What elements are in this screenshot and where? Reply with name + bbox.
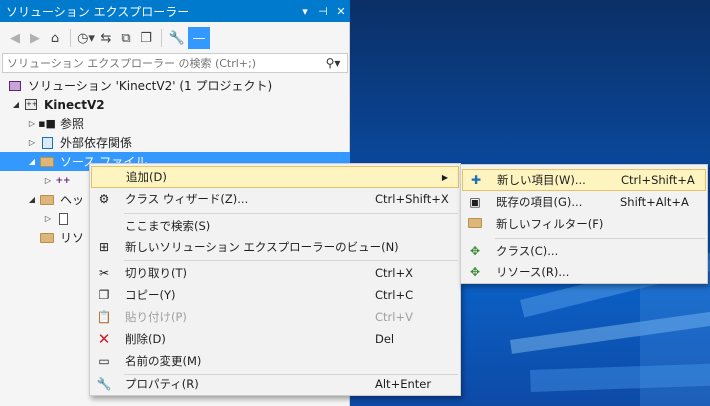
add-submenu: ✚ 新しい項目(W)... Ctrl+Shift+A ▣ 既存の項目(G)...…	[460, 164, 708, 284]
tree-item-references[interactable]: ▷ ▪■ 参照	[0, 114, 350, 133]
menu-item-resource[interactable]: ✥ リソース(R)...	[462, 261, 706, 283]
tree-item-label: リソ	[60, 231, 85, 245]
menu-item-existing-item[interactable]: ▣ 既存の項目(G)... Shift+Alt+A	[462, 191, 706, 213]
menu-divider	[495, 238, 705, 239]
cut-icon: ✂	[98, 266, 110, 280]
preview-icon[interactable]: —	[188, 27, 210, 49]
menu-item-cut[interactable]: ✂ 切り取り(T) Ctrl+X	[91, 262, 459, 284]
close-icon[interactable]: ✕	[332, 5, 350, 18]
tree-item-project[interactable]: ◢ ++ KinectV2	[0, 95, 350, 114]
expanded-arrow-icon[interactable]: ◢	[26, 195, 38, 204]
solution-icon	[6, 79, 24, 93]
search-icon[interactable]: ⚲▾	[319, 56, 347, 70]
cpp-file-icon: ++	[55, 175, 71, 186]
expanded-arrow-icon[interactable]: ◢	[10, 100, 22, 109]
wrench-icon: 🔧	[96, 377, 112, 391]
sync-icon[interactable]: ⇆	[97, 27, 115, 49]
external-deps-icon	[38, 136, 56, 150]
tree-item-label: 参照	[60, 117, 85, 131]
toolbar: ◀ ▶ ⌂ ◷▾ ⇆ ⧉ ❐ 🔧 —	[0, 24, 350, 52]
menu-item-class-wizard[interactable]: ⚙ クラス ウィザード(Z)... Ctrl+Shift+X	[91, 188, 459, 210]
new-view-icon: ⊞	[98, 240, 110, 254]
menu-item-rename[interactable]: ▭ 名前の変更(M)	[91, 350, 459, 372]
rename-icon: ▭	[98, 354, 110, 368]
toolbar-divider	[70, 29, 71, 47]
search-box: ⚲▾	[2, 53, 348, 73]
menu-item-delete[interactable]: ✕ 削除(D) Del	[91, 328, 459, 350]
delete-icon: ✕	[97, 330, 111, 348]
menu-item-properties[interactable]: 🔧 プロパティ(R) Alt+Enter	[91, 373, 459, 395]
menu-item-add[interactable]: 追加(D) ▶	[91, 166, 459, 188]
collapsed-arrow-icon[interactable]: ▷	[42, 176, 54, 185]
cpp-project-icon: ++	[25, 99, 38, 110]
paste-icon: 📋	[96, 310, 112, 324]
tree-item-label: ヘッ	[60, 193, 85, 207]
menu-item-copy[interactable]: ❐ コピー(Y) Ctrl+C	[91, 284, 459, 306]
home-icon[interactable]: ⌂	[46, 27, 64, 49]
resource-icon: ✥	[469, 265, 481, 279]
context-menu: 追加(D) ▶ ⚙ クラス ウィザード(Z)... Ctrl+Shift+X こ…	[89, 163, 461, 396]
history-icon[interactable]: ◷▾	[77, 27, 95, 49]
class-icon: ✥	[469, 244, 481, 258]
tree-item-solution[interactable]: ソリューション 'KinectV2' (1 プロジェクト)	[0, 76, 350, 95]
menu-item-class[interactable]: ✥ クラス(C)...	[462, 240, 706, 262]
collapsed-arrow-icon[interactable]: ▷	[26, 119, 38, 128]
search-input[interactable]	[3, 54, 319, 72]
folder-icon	[38, 155, 56, 169]
toolbar-divider	[161, 29, 162, 47]
tree-item-external-dependencies[interactable]: ▷ 外部依存関係	[0, 133, 350, 152]
new-item-icon: ✚	[470, 173, 482, 187]
menu-item-new-view[interactable]: ⊞ 新しいソリューション エクスプローラーのビュー(N)	[91, 236, 459, 258]
menu-item-new-item[interactable]: ✚ 新しい項目(W)... Ctrl+Shift+A	[462, 169, 706, 191]
collapsed-arrow-icon[interactable]: ▷	[42, 214, 54, 223]
show-all-files-icon[interactable]: ❐	[137, 27, 155, 49]
collapsed-arrow-icon[interactable]: ▷	[26, 138, 38, 147]
pin-icon[interactable]: ⊣	[314, 5, 332, 18]
back-icon[interactable]: ◀	[6, 27, 24, 49]
menu-divider	[124, 213, 458, 214]
folder-icon	[38, 231, 56, 245]
new-filter-icon	[462, 217, 488, 231]
dropdown-icon[interactable]: ▾	[296, 5, 314, 18]
properties-icon[interactable]: 🔧	[168, 27, 186, 49]
panel-title: ソリューション エクスプローラー	[6, 4, 190, 19]
tree-item-label: KinectV2	[44, 97, 105, 112]
expanded-arrow-icon[interactable]: ◢	[26, 157, 38, 166]
existing-item-icon: ▣	[469, 195, 481, 209]
forward-icon[interactable]: ▶	[26, 27, 44, 49]
submenu-arrow-icon: ▶	[441, 172, 448, 182]
folder-icon	[38, 193, 56, 207]
references-icon: ▪■	[38, 117, 56, 130]
menu-divider	[124, 260, 458, 261]
collapse-all-icon[interactable]: ⧉	[117, 27, 135, 49]
header-file-icon	[54, 212, 72, 226]
menu-item-paste[interactable]: 📋 貼り付け(P) Ctrl+V	[91, 306, 459, 328]
class-wizard-icon: ⚙	[98, 192, 110, 206]
menu-item-new-filter[interactable]: 新しいフィルター(F)	[462, 213, 706, 235]
tree-item-label: 外部依存関係	[60, 136, 133, 150]
tree-item-label: ソリューション 'KinectV2' (1 プロジェクト)	[28, 79, 273, 93]
panel-title-bar: ソリューション エクスプローラー ▾ ⊣ ✕	[0, 0, 350, 22]
copy-icon: ❐	[98, 288, 110, 302]
menu-item-scope-to-this[interactable]: ここまで検索(S)	[91, 215, 459, 237]
